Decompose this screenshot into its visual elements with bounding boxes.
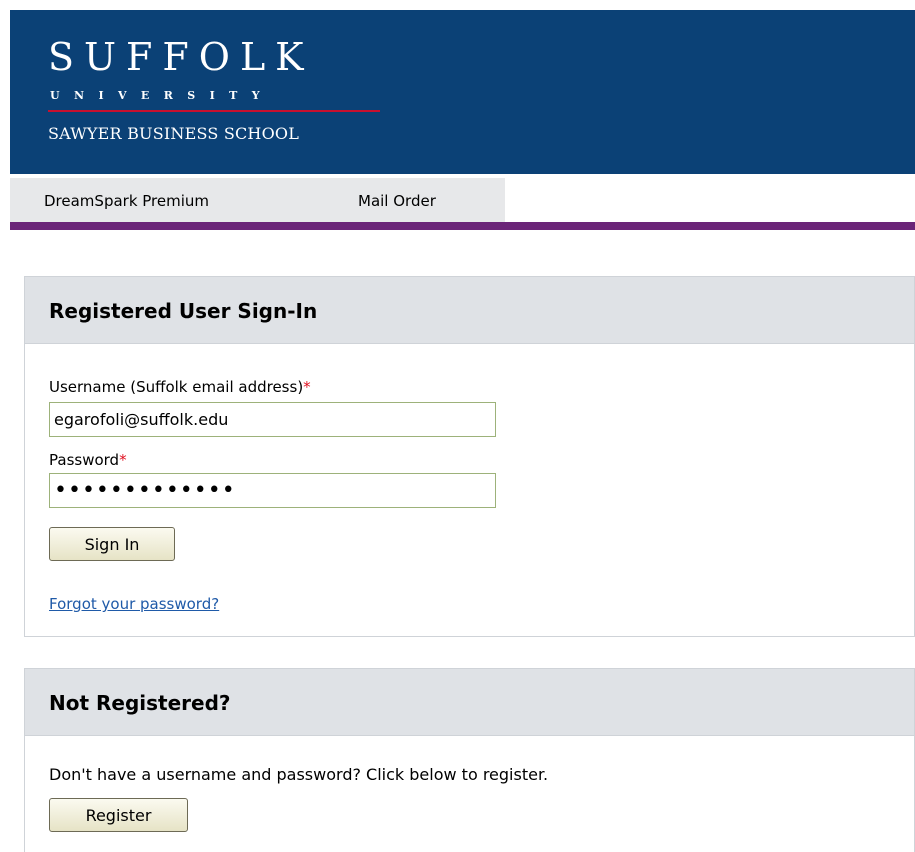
nav-item-mail-order[interactable]: Mail Order bbox=[358, 192, 436, 210]
school-name: SAWYER BUSINESS SCHOOL bbox=[48, 124, 300, 143]
register-panel-title: Not Registered? bbox=[49, 691, 231, 715]
password-input[interactable] bbox=[49, 473, 496, 508]
username-input[interactable] bbox=[49, 402, 496, 437]
logo-divider bbox=[48, 110, 380, 112]
password-label-text: Password bbox=[49, 451, 120, 469]
password-required-marker: * bbox=[119, 451, 127, 469]
nav-accent-bar bbox=[10, 222, 915, 230]
signin-panel: Registered User Sign-In Username (Suffol… bbox=[24, 276, 915, 637]
forgot-password-link[interactable]: Forgot your password? bbox=[49, 595, 219, 613]
logo-university-wordmark: UNIVERSITY bbox=[50, 89, 274, 102]
sign-in-button[interactable]: Sign In bbox=[49, 527, 175, 561]
username-label: Username (Suffolk email address)* bbox=[49, 378, 311, 396]
register-panel-header: Not Registered? bbox=[25, 669, 914, 736]
password-label: Password* bbox=[49, 451, 127, 469]
username-required-marker: * bbox=[303, 378, 311, 396]
signin-panel-title: Registered User Sign-In bbox=[49, 299, 318, 323]
logo-suffolk-wordmark: SUFFOLK bbox=[48, 35, 314, 79]
register-panel: Not Registered? Don't have a username an… bbox=[24, 668, 915, 852]
username-label-text: Username (Suffolk email address) bbox=[49, 378, 304, 396]
nav-item-dreamspark-premium[interactable]: DreamSpark Premium bbox=[44, 192, 209, 210]
register-prompt: Don't have a username and password? Clic… bbox=[49, 765, 549, 784]
header-banner: SUFFOLK UNIVERSITY SAWYER BUSINESS SCHOO… bbox=[10, 10, 915, 174]
top-nav: DreamSpark Premium Mail Order bbox=[10, 178, 505, 222]
signin-panel-header: Registered User Sign-In bbox=[25, 277, 914, 344]
register-button[interactable]: Register bbox=[49, 798, 188, 832]
